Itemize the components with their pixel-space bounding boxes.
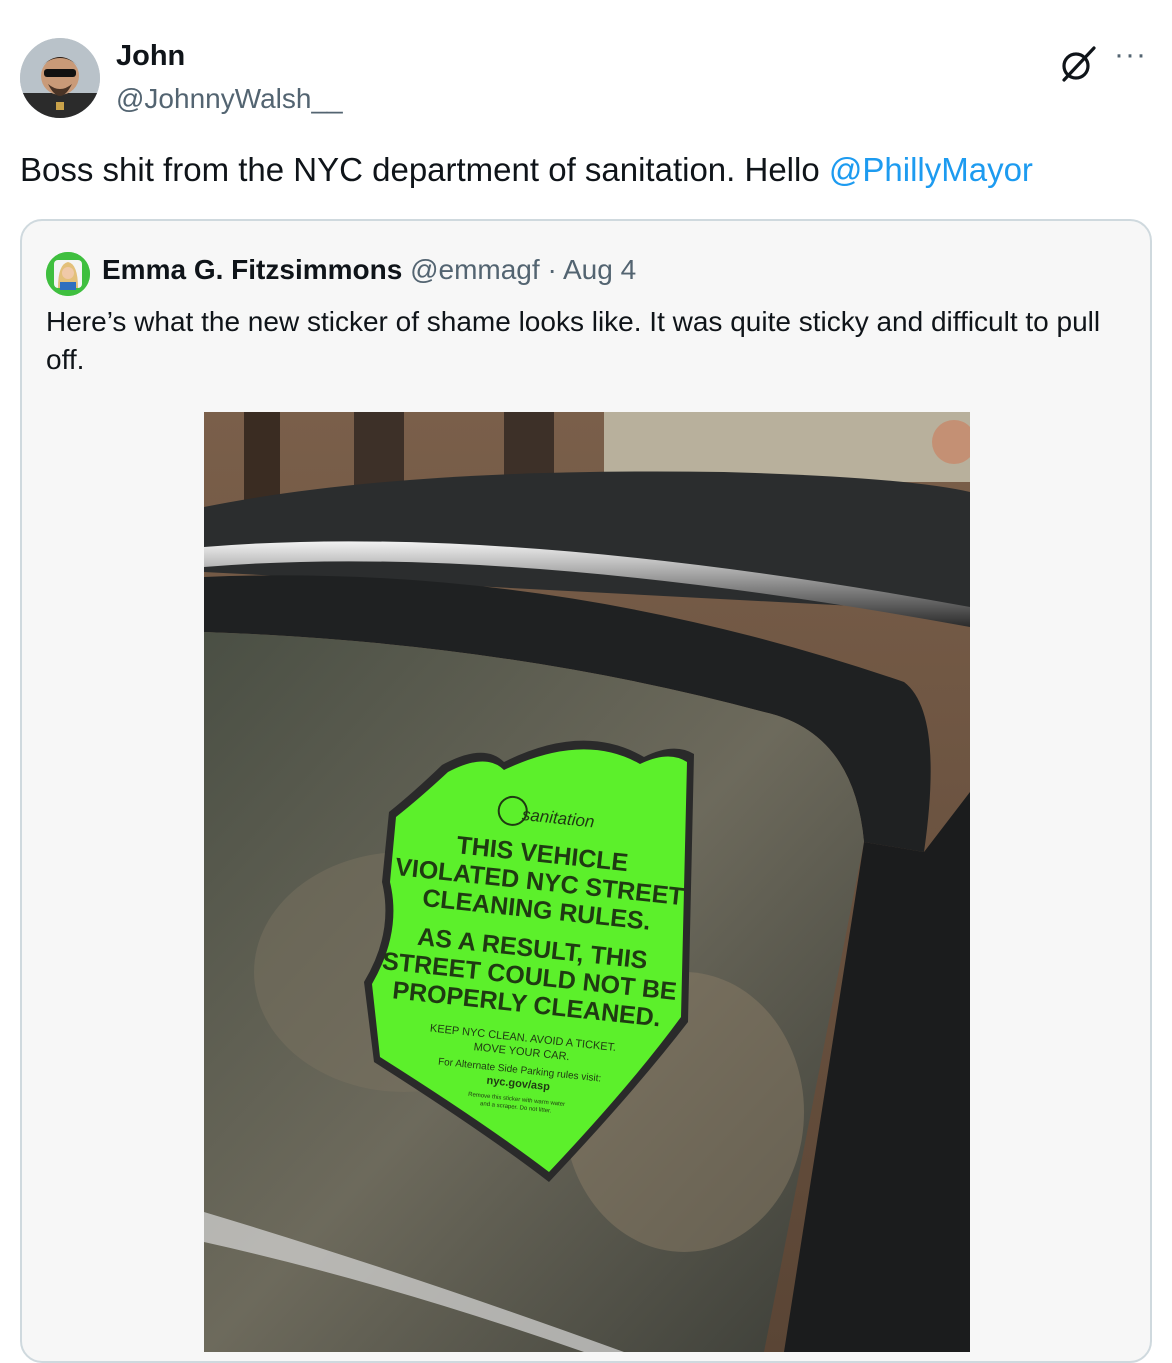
more-icon[interactable]: ··· xyxy=(1114,38,1147,72)
quoted-date[interactable]: Aug 4 xyxy=(563,254,636,285)
quoted-author-name[interactable]: Emma G. Fitzsimmons xyxy=(102,254,402,285)
car-window-photo[interactable]: sanitation THIS VEHICLE VIOLATED NYC STR… xyxy=(204,412,970,1352)
tweet-text: Boss shit from the NYC department of san… xyxy=(20,150,1033,190)
mention-link[interactable]: @PhillyMayor xyxy=(829,151,1033,188)
separator-dot: · xyxy=(547,254,557,285)
quoted-tweet[interactable]: Emma G. Fitzsimmons @emmagf · Aug 4 Here… xyxy=(20,219,1152,1363)
tweet-text-body: Boss shit from the NYC department of san… xyxy=(20,151,829,188)
quoted-header: Emma G. Fitzsimmons @emmagf · Aug 4 xyxy=(102,254,636,286)
quoted-author-handle[interactable]: @emmagf xyxy=(410,254,540,285)
grok-icon[interactable] xyxy=(1058,44,1098,84)
author-avatar[interactable] xyxy=(20,38,100,118)
author-handle[interactable]: @JohnnyWalsh__ xyxy=(116,83,343,115)
quoted-text: Here’s what the new sticker of shame loo… xyxy=(46,306,1101,375)
author-name[interactable]: John xyxy=(116,40,185,73)
quoted-author-avatar[interactable] xyxy=(46,252,90,296)
